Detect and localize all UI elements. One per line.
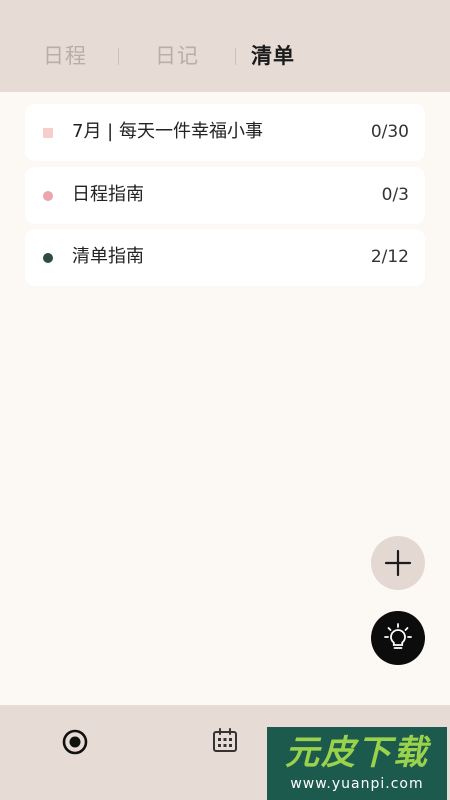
list-item-title: 日程指南 [72, 184, 144, 205]
list-color-marker [43, 128, 53, 138]
list-color-marker [43, 191, 53, 201]
add-list-button[interactable] [371, 536, 425, 590]
list-item-progress: 0/3 [381, 185, 409, 205]
tab-schedule[interactable]: 日程 [43, 40, 87, 72]
watermark-url: www.yuanpi.com [290, 776, 424, 792]
list-item[interactable]: 日程指南 0/3 [25, 167, 425, 224]
top-header: 日程 日记 清单 [0, 0, 450, 92]
list-item-title: 7月 | 每天一件幸福小事 [72, 121, 263, 142]
record-icon [62, 729, 88, 755]
list-item-progress: 0/30 [370, 122, 409, 142]
watermark-title: 元皮下载 [285, 733, 429, 773]
nav-calendar-button[interactable] [210, 725, 240, 755]
idea-button[interactable] [371, 611, 425, 665]
list-item-progress: 2/12 [370, 247, 409, 267]
tab-separator [118, 48, 119, 65]
nav-home-button[interactable] [60, 727, 90, 757]
tab-checklist[interactable]: 清单 [251, 40, 295, 72]
tab-diary[interactable]: 日记 [155, 40, 199, 72]
list-item-title: 清单指南 [72, 246, 144, 267]
watermark-logo: 元皮下载 www.yuanpi.com [267, 727, 447, 800]
list-item[interactable]: 清单指南 2/12 [25, 229, 425, 286]
list-item[interactable]: 7月 | 每天一件幸福小事 0/30 [25, 104, 425, 161]
calendar-icon [213, 728, 237, 752]
plus-icon [384, 549, 412, 577]
list-color-marker [43, 253, 53, 263]
lightbulb-icon [384, 623, 412, 649]
tab-separator [235, 48, 236, 65]
